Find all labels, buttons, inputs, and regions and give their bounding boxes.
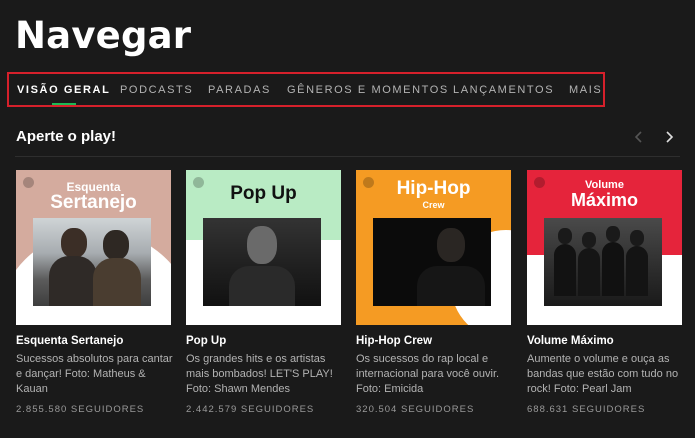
- section-title: Aperte o play!: [16, 128, 117, 145]
- playlist-description: Os sucessos do rap local e internacional…: [356, 353, 500, 395]
- playlist-card-pop-up[interactable]: Pop Up Pop Up Os grandes hits e os artis…: [186, 170, 341, 415]
- playlist-followers: 688.631 SEGUIDORES: [527, 404, 646, 415]
- chevron-right-icon[interactable]: [662, 130, 676, 144]
- tab-visao-geral[interactable]: VISÃO GERAL: [17, 84, 110, 96]
- playlist-followers: 2.442.579 SEGUIDORES: [186, 404, 315, 415]
- playlist-name[interactable]: Volume Máximo: [527, 335, 614, 347]
- playlist-description: Os grandes hits e os artistas mais bomba…: [186, 353, 333, 395]
- playlist-followers: 320.504 SEGUIDORES: [356, 404, 475, 415]
- playlist-card-volume-maximo[interactable]: Volume Máximo Volume Máximo Aumente o vo…: [527, 170, 682, 415]
- tab-bar: VISÃO GERAL PODCASTS PARADAS GÊNEROS E M…: [7, 72, 605, 107]
- playlist-cover[interactable]: Esquenta Sertanejo: [16, 170, 171, 325]
- active-tab-indicator: [52, 103, 76, 105]
- playlist-card-esquenta-sertanejo[interactable]: Esquenta Sertanejo Esquenta Sertanejo Su…: [16, 170, 173, 415]
- playlist-name[interactable]: Hip-Hop Crew: [356, 335, 432, 347]
- playlist-description: Sucessos absolutos para cantar e dançar!…: [16, 353, 173, 395]
- playlist-description: Aumente o volume e ouça as bandas que es…: [527, 353, 679, 395]
- section-divider: [15, 156, 680, 157]
- playlist-cover[interactable]: Pop Up: [186, 170, 341, 325]
- playlist-name[interactable]: Pop Up: [186, 335, 226, 347]
- playlist-card-hip-hop-crew[interactable]: Hip-Hop Crew Hip-Hop Crew Os sucessos do…: [356, 170, 511, 415]
- tab-generos-e-momentos[interactable]: GÊNEROS E MOMENTOS: [287, 84, 449, 96]
- playlist-cover[interactable]: Volume Máximo: [527, 170, 682, 325]
- playlist-cover[interactable]: Hip-Hop Crew: [356, 170, 511, 325]
- chevron-left-icon[interactable]: [632, 130, 646, 144]
- tab-podcasts[interactable]: PODCASTS: [120, 84, 193, 96]
- page-title: Navegar: [15, 14, 192, 57]
- tab-mais[interactable]: MAIS: [569, 84, 602, 96]
- cover-photo: [203, 218, 321, 306]
- playlist-followers: 2.855.580 SEGUIDORES: [16, 404, 145, 415]
- cover-photo: [373, 218, 491, 306]
- cover-photo: [544, 218, 662, 306]
- cover-photo: [33, 218, 151, 306]
- tab-lancamentos[interactable]: LANÇAMENTOS: [453, 84, 554, 96]
- tab-paradas[interactable]: PARADAS: [208, 84, 271, 96]
- playlist-name[interactable]: Esquenta Sertanejo: [16, 335, 123, 347]
